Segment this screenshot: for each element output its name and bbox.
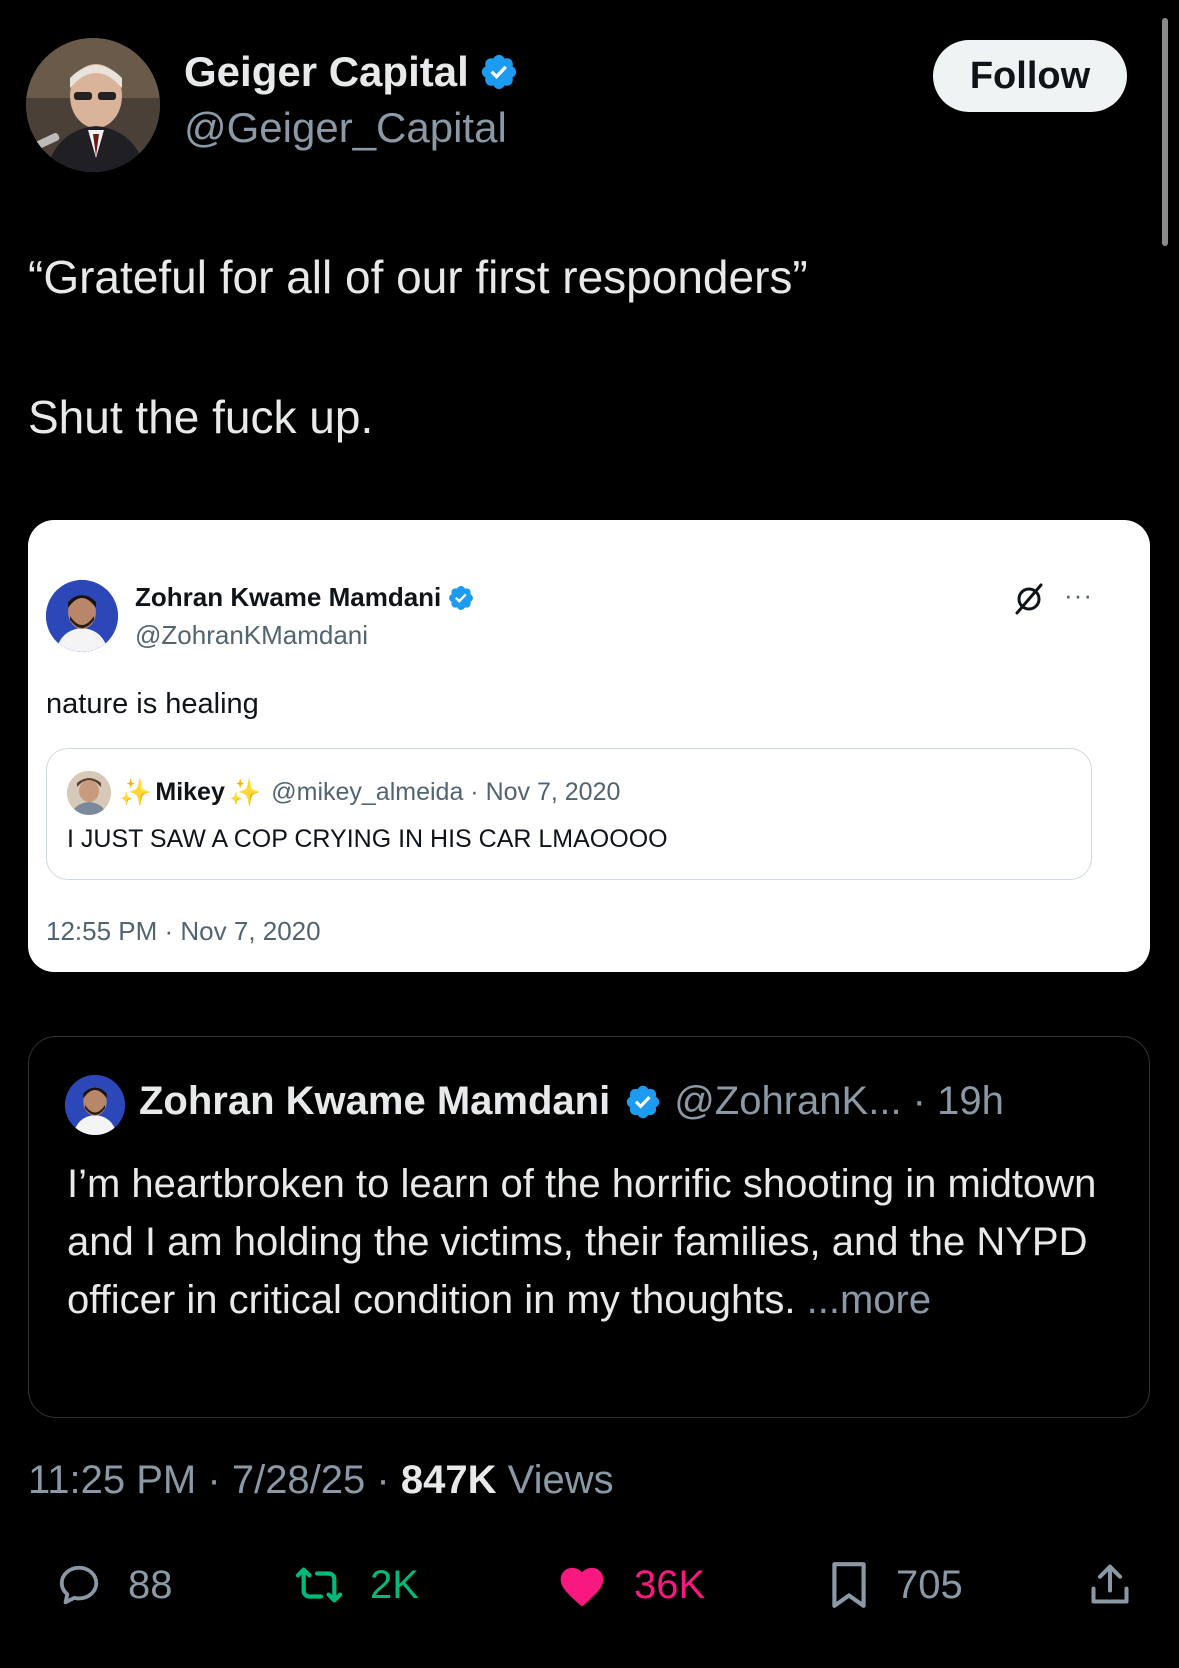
- quoted-tweet-text: I JUST SAW A COP CRYING IN HIS CAR LMAOO…: [67, 825, 668, 853]
- screenshot-author-handle: @ZohranKMamdani: [135, 620, 369, 650]
- tweet-date[interactable]: 7/28/25: [232, 1458, 365, 1502]
- show-more-link[interactable]: ...more: [796, 1278, 931, 1322]
- repost-icon: [295, 1567, 343, 1603]
- tweet-time[interactable]: 11:25 PM: [28, 1458, 196, 1502]
- repost-button[interactable]: 2K: [294, 1550, 419, 1620]
- bookmark-icon: [832, 1562, 866, 1608]
- verified-badge-icon: [449, 585, 474, 610]
- author-avatar-image: [26, 38, 160, 172]
- screenshot-tweet-text: nature is healing: [46, 688, 259, 720]
- reply-icon: [59, 1565, 99, 1605]
- repost-count: 2K: [370, 1562, 419, 1607]
- more-icon: ···: [1064, 580, 1093, 610]
- screenshot-quoted-tweet: ✨ Mikey ✨ @mikey_almeida · Nov 7, 2020 I…: [46, 748, 1092, 880]
- quoted-author-name: Mikey: [155, 778, 225, 806]
- follow-button[interactable]: Follow: [933, 40, 1127, 112]
- meta-separator: ·: [207, 1458, 221, 1502]
- author-avatar[interactable]: [26, 38, 160, 172]
- author-handle[interactable]: @Geiger_Capital: [184, 104, 507, 152]
- like-icon: [560, 1567, 604, 1607]
- action-bar: 88 2K 36K 705: [0, 1550, 1179, 1620]
- like-button[interactable]: 36K: [556, 1550, 705, 1620]
- meta-separator: ·: [376, 1458, 390, 1502]
- quoted-tweet[interactable]: Zohran Kwame Mamdani @ZohranK... · 19h I…: [28, 1036, 1150, 1418]
- sparkle-icon: ✨: [228, 777, 262, 807]
- quoted-handle-and-date: @mikey_almeida · Nov 7, 2020: [271, 778, 621, 806]
- tweet-metadata: 11:25 PM · 7/28/25 · 847K Views: [28, 1458, 614, 1503]
- screenshot-author-avatar-image: [46, 580, 118, 652]
- quoted-tweet-header: ✨ Mikey ✨ @mikey_almeida · Nov 7, 2020: [119, 777, 620, 808]
- quoted-tweet-avatar-image: [65, 1075, 125, 1135]
- scrollbar[interactable]: [1162, 18, 1168, 246]
- share-icon: [1091, 1564, 1129, 1604]
- bookmark-count: 705: [896, 1562, 963, 1607]
- reply-button[interactable]: 88: [56, 1550, 173, 1620]
- verified-badge-icon: [481, 54, 516, 90]
- tweet-text-line-1: “Grateful for all of our first responder…: [28, 251, 808, 303]
- verified-badge-icon: [626, 1085, 660, 1118]
- views-label: Views: [507, 1458, 614, 1502]
- quoted-tweet-author-name: Zohran Kwame Mamdani: [139, 1079, 611, 1123]
- sparkle-icon: ✨: [119, 777, 152, 807]
- views-count: 847K: [400, 1458, 497, 1502]
- reply-count: 88: [128, 1562, 173, 1607]
- screenshot-author-name: Zohran Kwame Mamdani: [135, 582, 475, 613]
- quoted-tweet-avatar: [65, 1075, 125, 1135]
- quoted-tweet-header: Zohran Kwame Mamdani @ZohranK... · 19h: [139, 1079, 1004, 1124]
- bookmark-button[interactable]: 705: [828, 1550, 963, 1620]
- quoted-tweet-text: I’m heartbroken to learn of the horrific…: [67, 1155, 1117, 1329]
- quoted-author-avatar-image: [67, 771, 111, 815]
- quoted-tweet-body: I’m heartbroken to learn of the horrific…: [67, 1162, 1097, 1322]
- grok-icon: [1015, 583, 1043, 615]
- quoted-author-avatar: [67, 771, 111, 815]
- share-button[interactable]: [1088, 1550, 1132, 1620]
- screenshot-author-avatar: [46, 580, 118, 652]
- screenshot-timestamp: 12:55 PM · Nov 7, 2020: [46, 916, 321, 946]
- like-count: 36K: [634, 1562, 706, 1607]
- quoted-tweet-meta: @ZohranK... · 19h: [674, 1079, 1004, 1123]
- tweet-text-line-2: Shut the fuck up.: [28, 391, 374, 443]
- author-name[interactable]: Geiger Capital: [184, 48, 519, 96]
- attached-screenshot-image[interactable]: Zohran Kwame Mamdani @ZohranKMamdani ···…: [28, 520, 1150, 972]
